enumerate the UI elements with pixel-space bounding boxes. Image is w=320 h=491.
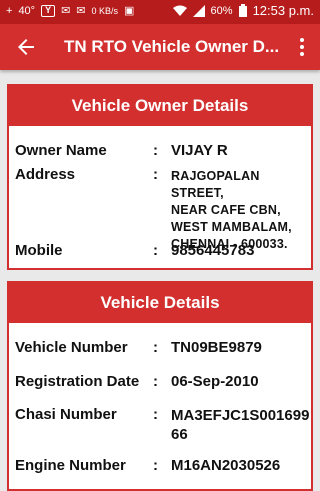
chasi-number-line: MA3EFJC1S001699 [171, 407, 310, 424]
separator: : [153, 373, 158, 390]
app-bar: TN RTO Vehicle Owner D... [0, 24, 320, 70]
address-line: RAJGOPALAN STREET, [171, 169, 260, 200]
overflow-menu-icon[interactable] [300, 38, 304, 56]
signal-icon [192, 4, 205, 17]
separator: : [153, 166, 158, 183]
engine-number-label: Engine Number [15, 457, 126, 474]
vehicle-details-card: Vehicle Details Vehicle Number : TN09BE9… [7, 281, 313, 491]
status-indicators: + 40° Y ✉ ✉ 0 KB/s ▣ [6, 4, 134, 17]
address-line: NEAR CAFE CBN, [171, 203, 281, 217]
mail-icon: ✉ [61, 5, 71, 17]
separator: : [153, 457, 158, 474]
image-icon: ▣ [124, 5, 135, 17]
y-app-icon: Y [41, 4, 56, 17]
status-bar: + 40° Y ✉ ✉ 0 KB/s ▣ 60% 12:53 p.m. [0, 0, 320, 24]
chasi-number-line: 66 [171, 426, 188, 443]
chasi-number-value: MA3EFJC1S001699 66 [171, 406, 309, 444]
battery-icon [238, 4, 247, 17]
owner-name-value: VIJAY R [171, 142, 228, 159]
wifi-icon [172, 5, 187, 16]
separator: : [153, 406, 158, 423]
vehicle-card-header: Vehicle Details [9, 283, 311, 323]
chasi-number-label: Chasi Number [15, 406, 117, 423]
address-label: Address [15, 166, 76, 183]
registration-date-label: Registration Date [15, 373, 140, 390]
battery-percent: 60% [210, 4, 233, 17]
owner-card-header: Vehicle Owner Details [9, 86, 311, 126]
add-icon: + [6, 4, 13, 17]
vehicle-number-label: Vehicle Number [15, 339, 128, 356]
app-title: TN RTO Vehicle Owner D... [64, 37, 280, 56]
separator: : [153, 242, 158, 259]
owner-name-label: Owner Name [15, 142, 107, 159]
separator: : [153, 339, 158, 356]
registration-date-value: 06-Sep-2010 [171, 373, 259, 390]
clock: 12:53 p.m. [252, 3, 314, 18]
temperature-indicator: 40° [18, 4, 36, 17]
status-right: 60% 12:53 p.m. [172, 3, 314, 18]
address-value: RAJGOPALAN STREET, NEAR CAFE CBN, WEST M… [171, 168, 307, 253]
separator: : [153, 142, 158, 159]
owner-details-card: Vehicle Owner Details Owner Name : VIJAY… [7, 84, 313, 270]
vehicle-number-value: TN09BE9879 [171, 339, 262, 356]
back-arrow-icon[interactable] [14, 35, 38, 59]
address-line: WEST MAMBALAM, [171, 220, 292, 234]
mobile-label: Mobile [15, 242, 63, 259]
mobile-value: 9856445783 [171, 242, 255, 259]
network-speed: 0 KB/s [91, 5, 119, 16]
engine-number-value: M16AN2030526 [171, 457, 281, 474]
mail-icon-2: ✉ [76, 5, 86, 17]
